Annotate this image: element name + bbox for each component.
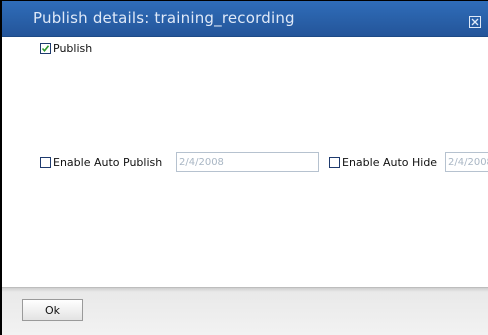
dialog-title: Publish details: training_recording: [33, 9, 295, 27]
publish-checkbox[interactable]: [40, 43, 51, 54]
publish-label: Publish: [53, 42, 93, 55]
dialog-titlebar[interactable]: Publish details: training_recording: [2, 1, 488, 37]
auto-publish-checkbox[interactable]: [40, 157, 51, 168]
ok-button[interactable]: Ok: [22, 299, 83, 321]
auto-hide-label: Enable Auto Hide: [342, 156, 438, 169]
close-icon[interactable]: [469, 13, 481, 28]
publish-details-dialog: Publish details: training_recording Publ…: [2, 1, 488, 335]
auto-hide-checkbox[interactable]: [329, 157, 340, 168]
checkmark-icon: [41, 45, 50, 53]
auto-publish-date-input[interactable]: [176, 152, 319, 172]
auto-hide-date-input[interactable]: [445, 152, 488, 172]
auto-publish-label: Enable Auto Publish: [53, 156, 163, 169]
